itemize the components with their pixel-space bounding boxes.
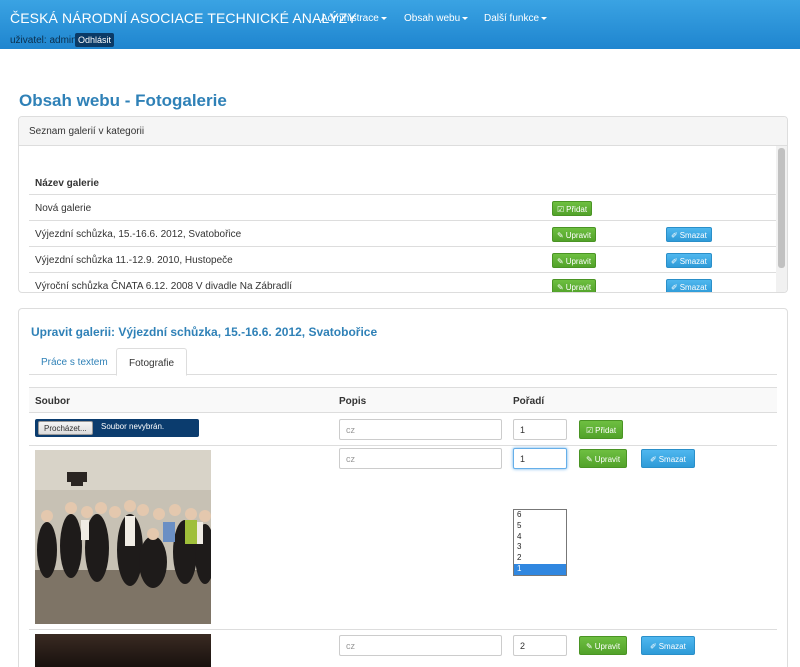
column-header-description: Popis (339, 396, 367, 407)
order-option[interactable]: 4 (514, 532, 566, 543)
checkbox-icon: ☑ (586, 426, 594, 435)
eraser-icon: ✐ (671, 283, 678, 292)
delete-gallery-button[interactable]: ✐ Smazat (666, 227, 712, 242)
edit-icon: ✎ (586, 642, 593, 651)
scrollbar[interactable] (776, 146, 787, 292)
tab-photos[interactable]: Fotografie (116, 348, 188, 376)
order-option[interactable]: 6 (514, 510, 566, 521)
table-row: Nová galerie ☑ Přidat (29, 194, 777, 220)
edit-panel-title: Upravit galerii: Výjezdní schůzka, 15.-1… (31, 325, 378, 339)
no-file-label: Soubor nevybrán. (101, 422, 165, 431)
column-header-name: Název galerie (35, 178, 99, 189)
order-select[interactable]: 2 (513, 635, 567, 656)
tab-bar: Práce s textem Fotografie (29, 348, 777, 376)
nav-dalsi-funkce[interactable]: Další funkce (484, 13, 548, 24)
top-navbar: ČESKÁ NÁRODNÍ ASOCIACE TECHNICKÉ ANALÝZY… (0, 0, 800, 49)
brand-title[interactable]: ČESKÁ NÁRODNÍ ASOCIACE TECHNICKÉ ANALÝZY (10, 10, 357, 26)
nav-obsah-webu[interactable]: Obsah webu (404, 13, 469, 24)
description-input[interactable]: cz (339, 448, 502, 469)
gallery-name: Výroční schůzka ČNATA 6.12. 2008 V divad… (35, 281, 292, 292)
add-photo-button[interactable]: ☑ Přidat (579, 420, 624, 439)
table-row: Výjezdní schůzka, 15.-16.6. 2012, Svatob… (29, 220, 777, 246)
edit-gallery-button[interactable]: ✎ Upravit (552, 279, 597, 292)
add-gallery-button[interactable]: ☑ Přidat (552, 201, 593, 216)
gallery-name: Výjezdní schůzka 11.-12.9. 2010, Hustope… (35, 255, 233, 266)
edit-icon: ✎ (557, 231, 564, 240)
browse-button[interactable]: Procházet... (38, 421, 93, 435)
description-input[interactable]: cz (339, 635, 502, 656)
order-input[interactable]: 1 (513, 419, 567, 440)
table-row: Výroční schůzka ČNATA 6.12. 2008 V divad… (29, 272, 777, 292)
edit-photo-button[interactable]: ✎ Upravit (579, 449, 628, 468)
edit-gallery-button[interactable]: ✎ Upravit (552, 253, 597, 268)
gallery-list-panel: Seznam galerií v kategorii Název galerie… (18, 116, 788, 293)
edit-gallery-panel: Upravit galerii: Výjezdní schůzka, 15.-1… (18, 308, 788, 667)
tab-text[interactable]: Práce s textem (29, 348, 120, 375)
eraser-icon: ✐ (650, 455, 657, 464)
photo-row: cz 1 ✎ Upravit ✐ Smazat 6 5 4 3 2 1 (29, 446, 777, 630)
column-header-order: Pořadí (513, 396, 545, 407)
page-title: Obsah webu - Fotogalerie (19, 91, 227, 110)
gallery-photo[interactable] (35, 634, 211, 667)
edit-icon: ✎ (557, 257, 564, 266)
upload-row: Procházet... Soubor nevybrán. cz 1 ☑ Přid… (29, 413, 777, 446)
order-option[interactable]: 2 (514, 553, 566, 564)
caret-down-icon (462, 16, 469, 20)
table-row: Výjezdní schůzka 11.-12.9. 2010, Hustope… (29, 246, 777, 272)
caret-down-icon (380, 16, 387, 20)
photo-row: cz 2 ✎ Upravit ✐ Smazat (29, 630, 777, 667)
delete-photo-button[interactable]: ✐ Smazat (641, 449, 695, 468)
gallery-name: Nová galerie (35, 203, 92, 214)
panel-heading: Seznam galerií v kategorii (19, 117, 787, 146)
eraser-icon: ✐ (650, 642, 657, 651)
checkbox-icon: ☑ (557, 205, 565, 214)
delete-photo-button[interactable]: ✐ Smazat (641, 636, 695, 655)
gallery-list-scroll[interactable]: Název galerie Nová galerie ☑ Přidat Výjez… (19, 146, 777, 292)
eraser-icon: ✐ (671, 231, 678, 240)
table-header-row: Soubor Popis Pořadí (29, 387, 777, 413)
gallery-photo[interactable] (35, 450, 211, 624)
file-input[interactable]: Procházet... Soubor nevybrán. (35, 419, 199, 437)
photos-table: Soubor Popis Pořadí Procházet... Soubor … (29, 387, 777, 667)
edit-icon: ✎ (586, 455, 593, 464)
user-label: uživatel: admin (10, 35, 77, 46)
edit-photo-button[interactable]: ✎ Upravit (579, 636, 628, 655)
nav-administrace[interactable]: Administrace (321, 13, 387, 24)
gallery-table: Název galerie Nová galerie ☑ Přidat Výjez… (29, 170, 777, 292)
logout-button[interactable]: Odhlásit (75, 33, 115, 47)
order-option-selected[interactable]: 1 (514, 563, 566, 575)
order-option[interactable]: 3 (514, 542, 566, 553)
delete-gallery-button[interactable]: ✐ Smazat (666, 253, 712, 268)
group-photo-image (35, 450, 211, 624)
column-header-file: Soubor (35, 396, 70, 407)
edit-gallery-button[interactable]: ✎ Upravit (552, 227, 597, 242)
delete-gallery-button[interactable]: ✐ Smazat (666, 279, 712, 292)
order-dropdown-list[interactable]: 6 5 4 3 2 1 (513, 509, 567, 576)
order-option[interactable]: 5 (514, 521, 566, 532)
order-select[interactable]: 1 (513, 448, 567, 469)
gallery-name: Výjezdní schůzka, 15.-16.6. 2012, Svatob… (35, 229, 242, 240)
table-header-row: Název galerie (29, 170, 777, 194)
scrollbar-thumb[interactable] (778, 148, 785, 268)
eraser-icon: ✐ (671, 257, 678, 266)
edit-icon: ✎ (557, 283, 564, 292)
description-input[interactable]: cz (339, 419, 502, 440)
caret-down-icon (541, 16, 548, 20)
